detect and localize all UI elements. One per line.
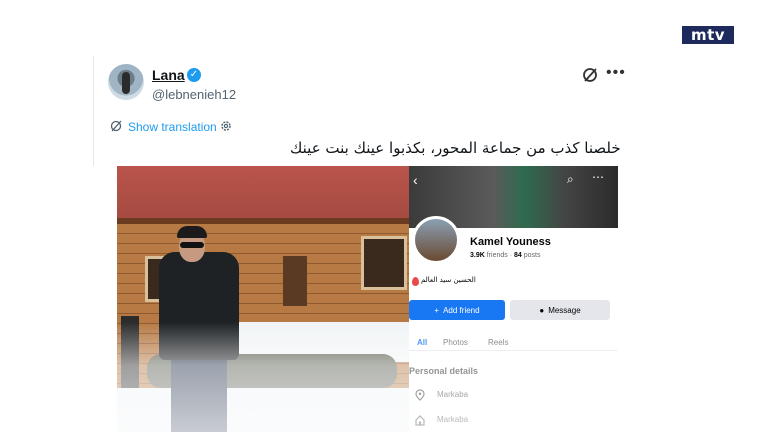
more-icon[interactable]: ••• (606, 64, 626, 82)
photo-ground (117, 388, 409, 432)
photo-lamp (121, 316, 139, 388)
posts-label: posts (523, 252, 541, 259)
add-friend-button[interactable]: + Add friend (409, 300, 505, 320)
detail-home: Markaba (437, 415, 469, 424)
tab-all[interactable]: All (417, 338, 427, 347)
gear-icon[interactable] (220, 120, 232, 132)
photo-window (361, 236, 407, 290)
channel-logo: mtv (680, 24, 736, 46)
heart-icon (412, 277, 419, 286)
photo-door (283, 256, 307, 306)
photo-person-hair (177, 226, 207, 238)
profile-bio: الحسين سيد العالم (421, 276, 476, 284)
tab-reels[interactable]: Reels (488, 338, 508, 347)
channel-logo-text: mtv (690, 26, 726, 44)
profile-picture[interactable] (412, 216, 460, 264)
stats-separator: · (509, 252, 513, 259)
friends-count: 3.9K (470, 252, 485, 259)
photo-person-jeans (171, 360, 227, 432)
show-translation-link[interactable]: Show translation (128, 120, 217, 134)
user-handle[interactable]: @lebnenieh12 (152, 87, 236, 102)
friends-label: friends (486, 252, 508, 259)
photo-person-coat (159, 252, 239, 360)
avatar[interactable] (108, 64, 144, 100)
photo-roof (117, 166, 409, 224)
tweet-photo[interactable] (117, 166, 409, 432)
back-icon[interactable]: ‹ (413, 172, 418, 188)
detail-location: Markaba (437, 390, 469, 399)
tab-photos[interactable]: Photos (443, 338, 468, 347)
grok-icon[interactable] (582, 67, 598, 83)
verified-badge-icon: ✓ (187, 68, 201, 82)
divider (93, 56, 94, 166)
add-friend-label: Add friend (443, 305, 480, 315)
personal-details-title: Personal details (409, 366, 479, 376)
add-friend-icon: + (434, 305, 440, 315)
display-name[interactable]: Lana (152, 67, 185, 83)
location-pin-icon (415, 389, 425, 401)
translate-icon (110, 120, 122, 132)
facebook-profile-card[interactable]: ‹ ⌕ ⋯ Kamel Youness 3.9K friends · 84 po… (409, 166, 618, 432)
photo-person-glasses (180, 242, 204, 248)
tweet-text: خلصنا كذب من جماعة المحور، بكذبوا عينك ب… (290, 139, 621, 157)
profile-name: Kamel Youness (470, 236, 551, 248)
tab-divider (409, 350, 618, 351)
messenger-icon: ● (539, 305, 545, 315)
more-icon[interactable]: ⋯ (592, 170, 604, 184)
posts-count: 84 (514, 252, 522, 259)
search-icon[interactable]: ⌕ (567, 172, 574, 187)
message-label: Message (548, 305, 581, 315)
home-icon (415, 415, 425, 426)
profile-stats: 3.9K friends · 84 posts (470, 252, 541, 259)
message-button[interactable]: ● Message (510, 300, 610, 320)
